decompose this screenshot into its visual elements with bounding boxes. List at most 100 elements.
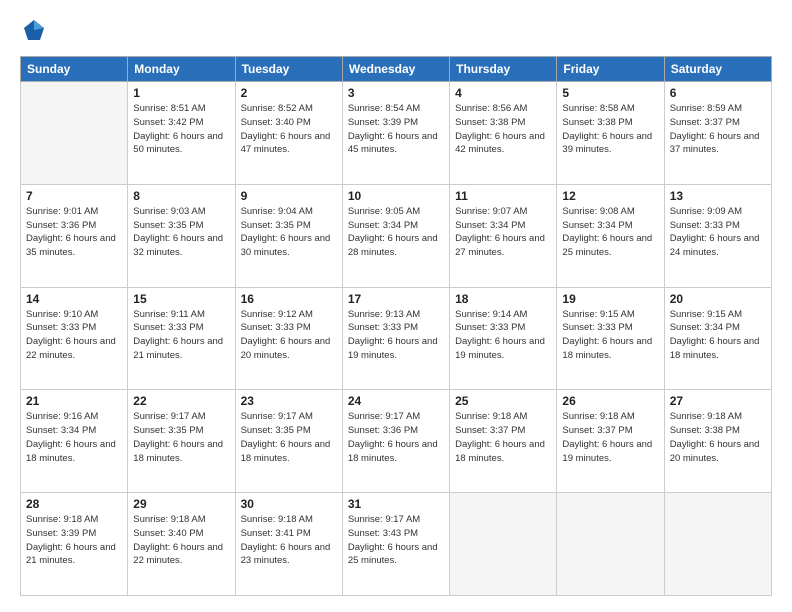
calendar-cell: 5Sunrise: 8:58 AMSunset: 3:38 PMDaylight… [557, 82, 664, 185]
day-info: Sunrise: 9:17 AMSunset: 3:43 PMDaylight:… [348, 513, 444, 568]
calendar-week-5: 28Sunrise: 9:18 AMSunset: 3:39 PMDayligh… [21, 493, 772, 596]
day-number: 22 [133, 394, 229, 408]
day-number: 17 [348, 292, 444, 306]
calendar-cell: 26Sunrise: 9:18 AMSunset: 3:37 PMDayligh… [557, 390, 664, 493]
day-info: Sunrise: 9:10 AMSunset: 3:33 PMDaylight:… [26, 308, 122, 363]
day-info: Sunrise: 9:18 AMSunset: 3:41 PMDaylight:… [241, 513, 337, 568]
col-header-wednesday: Wednesday [342, 57, 449, 82]
day-info: Sunrise: 9:13 AMSunset: 3:33 PMDaylight:… [348, 308, 444, 363]
day-number: 21 [26, 394, 122, 408]
day-number: 26 [562, 394, 658, 408]
day-info: Sunrise: 8:54 AMSunset: 3:39 PMDaylight:… [348, 102, 444, 157]
calendar-cell [21, 82, 128, 185]
day-number: 13 [670, 189, 766, 203]
day-number: 20 [670, 292, 766, 306]
day-number: 29 [133, 497, 229, 511]
calendar-header-row: SundayMondayTuesdayWednesdayThursdayFrid… [21, 57, 772, 82]
calendar-cell: 14 Sunrise: 9:10 AMSunset: 3:33 PMDayligh… [21, 287, 128, 390]
calendar-cell: 20 Sunrise: 9:15 AMSunset: 3:34 PMDayligh… [664, 287, 771, 390]
day-number: 14 [26, 292, 122, 306]
calendar-week-3: 14 Sunrise: 9:10 AMSunset: 3:33 PMDayligh… [21, 287, 772, 390]
day-info: Sunrise: 9:12 AMSunset: 3:33 PMDaylight:… [241, 308, 337, 363]
day-info: Sunrise: 9:04 AMSunset: 3:35 PMDaylight:… [241, 205, 337, 260]
day-info: Sunrise: 9:07 AMSunset: 3:34 PMDaylight:… [455, 205, 551, 260]
day-number: 12 [562, 189, 658, 203]
calendar-cell: 19 Sunrise: 9:15 AMSunset: 3:33 PMDayligh… [557, 287, 664, 390]
day-info: Sunrise: 9:18 AMSunset: 3:39 PMDaylight:… [26, 513, 122, 568]
day-info: Sunrise: 9:17 AMSunset: 3:35 PMDaylight:… [241, 410, 337, 465]
day-number: 18 [455, 292, 551, 306]
day-info: Sunrise: 9:09 AMSunset: 3:33 PMDaylight:… [670, 205, 766, 260]
calendar-cell: 30 Sunrise: 9:18 AMSunset: 3:41 PMDayligh… [235, 493, 342, 596]
calendar-cell: 8 Sunrise: 9:03 AMSunset: 3:35 PMDaylight… [128, 184, 235, 287]
calendar-cell: 31 Sunrise: 9:17 AMSunset: 3:43 PMDayligh… [342, 493, 449, 596]
calendar-week-2: 7Sunrise: 9:01 AMSunset: 3:36 PMDaylight… [21, 184, 772, 287]
day-number: 30 [241, 497, 337, 511]
calendar-cell: 7Sunrise: 9:01 AMSunset: 3:36 PMDaylight… [21, 184, 128, 287]
calendar-cell: 24 Sunrise: 9:17 AMSunset: 3:36 PMDayligh… [342, 390, 449, 493]
calendar-cell: 15 Sunrise: 9:11 AMSunset: 3:33 PMDayligh… [128, 287, 235, 390]
calendar-cell [664, 493, 771, 596]
day-number: 4 [455, 86, 551, 100]
calendar-week-1: 1Sunrise: 8:51 AMSunset: 3:42 PMDaylight… [21, 82, 772, 185]
calendar-cell: 28Sunrise: 9:18 AMSunset: 3:39 PMDayligh… [21, 493, 128, 596]
day-number: 16 [241, 292, 337, 306]
day-info: Sunrise: 9:17 AMSunset: 3:35 PMDaylight:… [133, 410, 229, 465]
calendar-cell: 16 Sunrise: 9:12 AMSunset: 3:33 PMDayligh… [235, 287, 342, 390]
day-info: Sunrise: 9:14 AMSunset: 3:33 PMDaylight:… [455, 308, 551, 363]
day-number: 6 [670, 86, 766, 100]
calendar-cell: 9Sunrise: 9:04 AMSunset: 3:35 PMDaylight… [235, 184, 342, 287]
day-info: Sunrise: 9:15 AMSunset: 3:33 PMDaylight:… [562, 308, 658, 363]
calendar-cell: 12 Sunrise: 9:08 AMSunset: 3:34 PMDayligh… [557, 184, 664, 287]
day-number: 5 [562, 86, 658, 100]
col-header-sunday: Sunday [21, 57, 128, 82]
calendar-cell: 21 Sunrise: 9:16 AMSunset: 3:34 PMDayligh… [21, 390, 128, 493]
day-info: Sunrise: 9:11 AMSunset: 3:33 PMDaylight:… [133, 308, 229, 363]
calendar-cell [450, 493, 557, 596]
page: SundayMondayTuesdayWednesdayThursdayFrid… [0, 0, 792, 612]
day-info: Sunrise: 9:18 AMSunset: 3:40 PMDaylight:… [133, 513, 229, 568]
day-number: 1 [133, 86, 229, 100]
calendar-table: SundayMondayTuesdayWednesdayThursdayFrid… [20, 56, 772, 596]
col-header-friday: Friday [557, 57, 664, 82]
day-number: 2 [241, 86, 337, 100]
day-number: 25 [455, 394, 551, 408]
day-info: Sunrise: 9:08 AMSunset: 3:34 PMDaylight:… [562, 205, 658, 260]
calendar-cell: 23Sunrise: 9:17 AMSunset: 3:35 PMDayligh… [235, 390, 342, 493]
day-number: 11 [455, 189, 551, 203]
calendar-cell: 2 Sunrise: 8:52 AMSunset: 3:40 PMDaylight… [235, 82, 342, 185]
day-number: 3 [348, 86, 444, 100]
calendar-cell: 4Sunrise: 8:56 AMSunset: 3:38 PMDaylight… [450, 82, 557, 185]
calendar-week-4: 21 Sunrise: 9:16 AMSunset: 3:34 PMDayligh… [21, 390, 772, 493]
day-number: 27 [670, 394, 766, 408]
day-info: Sunrise: 9:05 AMSunset: 3:34 PMDaylight:… [348, 205, 444, 260]
logo [20, 16, 52, 44]
calendar-cell: 10 Sunrise: 9:05 AMSunset: 3:34 PMDayligh… [342, 184, 449, 287]
day-number: 10 [348, 189, 444, 203]
calendar-cell: 6Sunrise: 8:59 AMSunset: 3:37 PMDaylight… [664, 82, 771, 185]
calendar-cell: 27Sunrise: 9:18 AMSunset: 3:38 PMDayligh… [664, 390, 771, 493]
calendar-cell: 11 Sunrise: 9:07 AMSunset: 3:34 PMDayligh… [450, 184, 557, 287]
col-header-saturday: Saturday [664, 57, 771, 82]
header [20, 16, 772, 44]
calendar-cell: 29 Sunrise: 9:18 AMSunset: 3:40 PMDayligh… [128, 493, 235, 596]
day-number: 15 [133, 292, 229, 306]
col-header-tuesday: Tuesday [235, 57, 342, 82]
calendar-cell [557, 493, 664, 596]
day-info: Sunrise: 9:16 AMSunset: 3:34 PMDaylight:… [26, 410, 122, 465]
calendar-cell: 17 Sunrise: 9:13 AMSunset: 3:33 PMDayligh… [342, 287, 449, 390]
day-number: 24 [348, 394, 444, 408]
calendar-cell: 3 Sunrise: 8:54 AMSunset: 3:39 PMDaylight… [342, 82, 449, 185]
day-info: Sunrise: 9:15 AMSunset: 3:34 PMDaylight:… [670, 308, 766, 363]
col-header-thursday: Thursday [450, 57, 557, 82]
day-number: 8 [133, 189, 229, 203]
day-info: Sunrise: 8:52 AMSunset: 3:40 PMDaylight:… [241, 102, 337, 157]
day-info: Sunrise: 9:03 AMSunset: 3:35 PMDaylight:… [133, 205, 229, 260]
day-number: 7 [26, 189, 122, 203]
day-info: Sunrise: 9:17 AMSunset: 3:36 PMDaylight:… [348, 410, 444, 465]
calendar-cell: 25Sunrise: 9:18 AMSunset: 3:37 PMDayligh… [450, 390, 557, 493]
col-header-monday: Monday [128, 57, 235, 82]
calendar-cell: 18 Sunrise: 9:14 AMSunset: 3:33 PMDayligh… [450, 287, 557, 390]
day-number: 31 [348, 497, 444, 511]
day-number: 19 [562, 292, 658, 306]
